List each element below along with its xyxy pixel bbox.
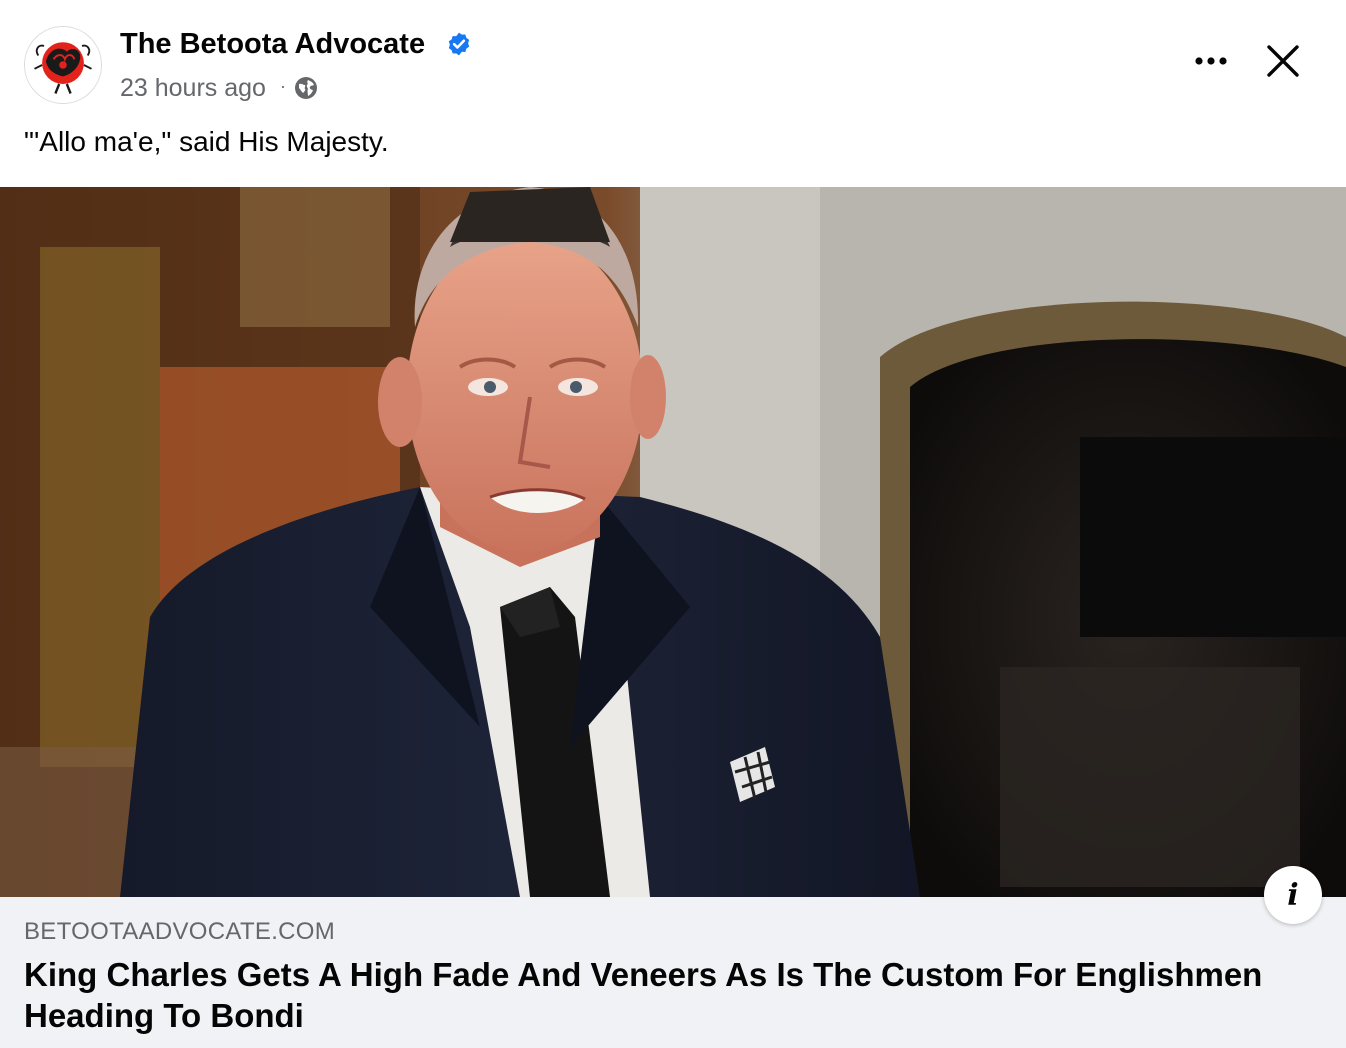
facebook-post: The Betoota Advocate 23 hours ago · "'Al… xyxy=(0,0,1346,1048)
verified-badge-icon xyxy=(448,32,470,56)
post-caption: "'Allo ma'e," said His Majesty. xyxy=(24,126,389,157)
meta-separator: · xyxy=(279,75,286,96)
link-headline[interactable]: King Charles Gets A High Fade And Veneer… xyxy=(24,954,1314,1036)
post-timestamp[interactable]: 23 hours ago xyxy=(120,74,266,103)
info-button[interactable]: i xyxy=(1264,866,1322,924)
post-meta: 23 hours ago · xyxy=(120,72,318,104)
page-name-link[interactable]: The Betoota Advocate xyxy=(120,28,425,61)
more-options-button[interactable] xyxy=(1188,40,1234,82)
info-icon: i xyxy=(1287,877,1299,913)
globe-icon[interactable] xyxy=(294,76,318,100)
king-charles-photo xyxy=(0,187,1346,897)
close-icon xyxy=(1267,45,1299,77)
post-header: The Betoota Advocate 23 hours ago · xyxy=(0,0,1346,120)
betoota-logo-icon xyxy=(25,27,101,103)
page-avatar[interactable] xyxy=(24,26,102,104)
link-domain: BETOOTAADVOCATE.COM xyxy=(24,918,336,945)
more-options-icon xyxy=(1195,57,1227,65)
link-preview-image[interactable] xyxy=(0,187,1346,897)
close-button[interactable] xyxy=(1260,38,1306,84)
